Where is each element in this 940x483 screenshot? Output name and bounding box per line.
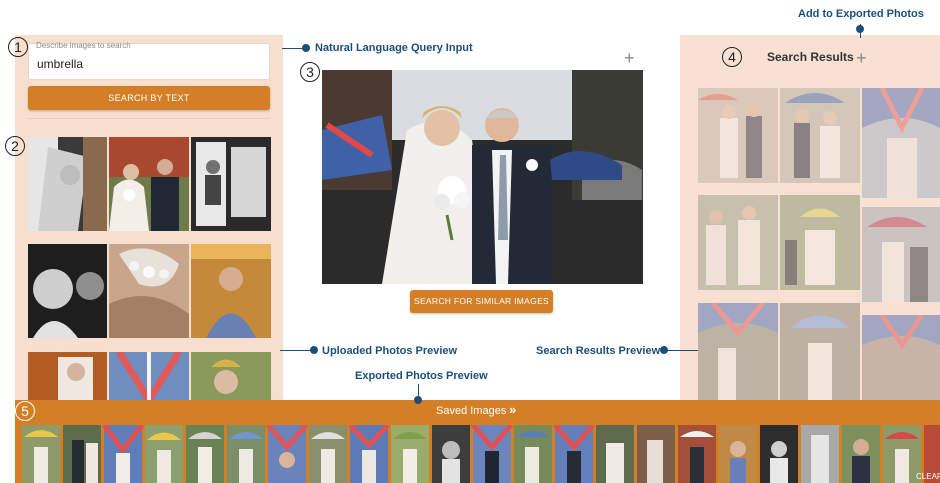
callout-line <box>664 350 698 351</box>
saved-thumb <box>22 425 60 483</box>
callout-nl-query: Natural Language Query Input <box>315 42 473 54</box>
uploaded-thumb[interactable] <box>191 137 271 231</box>
callout-dot <box>310 346 318 354</box>
saved-images-label: Saved Images <box>436 405 507 417</box>
marker-4: 4 <box>722 47 742 67</box>
uploaded-thumb[interactable] <box>191 244 271 338</box>
callout-dot <box>414 396 422 404</box>
add-query-plus-icon[interactable]: + <box>624 49 635 67</box>
query-image[interactable] <box>322 70 643 284</box>
callout-search-results: Search Results Preview <box>536 345 661 357</box>
search-results-title: Search Results <box>767 50 854 64</box>
marker-3: 3 <box>300 62 320 82</box>
divider <box>28 118 270 119</box>
callout-exported: Exported Photos Preview <box>355 370 488 382</box>
callout-line <box>280 350 312 351</box>
marker-5: 5 <box>15 401 35 421</box>
results-fade-overlay <box>680 85 940 400</box>
uploaded-thumb[interactable] <box>28 352 107 400</box>
callout-dot <box>856 25 864 33</box>
uploaded-thumb[interactable] <box>28 244 107 338</box>
callout-line <box>282 48 304 49</box>
callout-add-exported: Add to Exported Photos <box>798 8 924 20</box>
marker-1: 1 <box>8 37 28 57</box>
expand-chevron-icon[interactable]: » <box>509 402 516 417</box>
clear-button[interactable]: CLEAR <box>916 472 940 481</box>
add-to-exported-plus-icon[interactable]: + <box>856 49 867 67</box>
marker-2: 2 <box>5 136 25 156</box>
search-input-value[interactable]: umbrella <box>37 57 83 71</box>
uploaded-thumb[interactable] <box>109 244 189 338</box>
uploaded-thumb[interactable] <box>28 137 107 231</box>
uploaded-thumb[interactable] <box>191 352 271 400</box>
search-by-text-button[interactable]: SEARCH BY TEXT <box>28 86 270 110</box>
search-results-panel <box>680 35 940 400</box>
saved-images-strip <box>22 425 940 483</box>
search-input-label: Describe images to search <box>36 41 131 50</box>
search-similar-button[interactable]: SEARCH FOR SIMILAR IMAGES <box>410 290 553 313</box>
uploaded-thumb[interactable] <box>109 137 189 231</box>
callout-uploaded: Uploaded Photos Preview <box>322 345 458 357</box>
uploaded-thumb[interactable] <box>109 352 189 400</box>
